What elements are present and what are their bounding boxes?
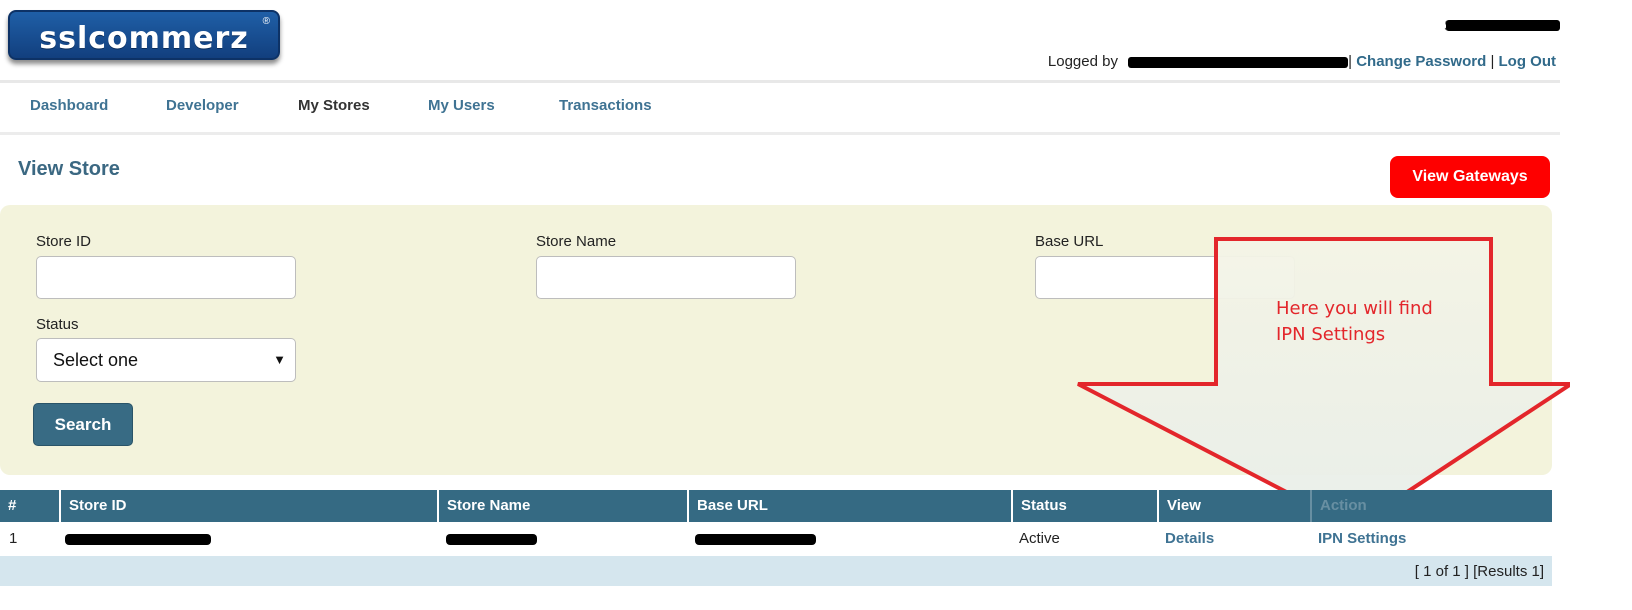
details-link[interactable]: Details: [1165, 530, 1214, 547]
table-row: 1 Active Details IPN Settings: [0, 522, 1552, 556]
row-status: Active: [1019, 530, 1060, 547]
column-header-store-name: Store Name: [437, 490, 687, 522]
nav-developer[interactable]: Developer: [166, 97, 239, 114]
status-select[interactable]: Select one ▼: [36, 338, 296, 382]
row-base-url: [695, 522, 816, 556]
table-pager: [ 1 of 1 ] [Results 1]: [0, 556, 1552, 586]
store-id-label: Store ID: [36, 233, 92, 250]
nav-top-divider: [0, 80, 1560, 83]
dropdown-caret-icon: ▼: [273, 352, 286, 367]
separator: |: [1348, 53, 1353, 70]
store-id-input[interactable]: [36, 256, 296, 299]
column-header-action: Action: [1310, 490, 1552, 522]
annotation-line-2: IPN Settings: [1276, 324, 1386, 345]
redacted-account-name: [1446, 20, 1560, 31]
column-header-status: Status: [1011, 490, 1157, 522]
logo-text: sslcommerz: [39, 21, 249, 56]
logged-by-label: Logged by: [1047, 53, 1118, 70]
row-store-id: [65, 522, 211, 556]
column-header-index: #: [8, 497, 17, 514]
search-button[interactable]: Search: [33, 403, 133, 446]
registered-mark-icon: ®: [262, 16, 270, 27]
row-store-name: [446, 522, 537, 556]
row-action-cell: IPN Settings: [1318, 522, 1406, 556]
redacted-store-name: [446, 533, 537, 545]
table-header: # Store ID Store Name Base URL Status Vi…: [0, 490, 1552, 522]
annotation-line-1: Here you will find: [1276, 298, 1433, 319]
redacted-base-url: [695, 533, 816, 545]
change-password-link[interactable]: Change Password: [1356, 53, 1486, 70]
column-header-store-id: Store ID: [59, 490, 437, 522]
status-selected-value: Select one: [53, 350, 139, 370]
redacted-store-id: [65, 533, 211, 545]
column-header-view: View: [1157, 490, 1310, 522]
page: sslcommerz ® SSLCOMMERZ Logged by | Chan…: [0, 0, 1632, 610]
nav-my-users[interactable]: My Users: [428, 97, 495, 114]
main-nav: Dashboard Developer My Stores My Users T…: [0, 86, 1560, 132]
view-gateways-button[interactable]: View Gateways: [1390, 156, 1550, 198]
store-name-input[interactable]: [536, 256, 796, 299]
ipn-settings-link[interactable]: IPN Settings: [1318, 530, 1406, 547]
status-label: Status: [36, 316, 79, 333]
annotation-note: Here you will find IPN Settings: [1276, 296, 1433, 348]
log-out-link[interactable]: Log Out: [1499, 53, 1556, 70]
nav-transactions[interactable]: Transactions: [559, 97, 652, 114]
page-title: View Store: [18, 158, 120, 180]
column-header-base-url: Base URL: [687, 490, 1011, 522]
store-name-label: Store Name: [536, 233, 617, 250]
row-index: 1: [9, 530, 18, 547]
login-info: Logged by | Change Password | Log Out: [1048, 53, 1556, 70]
row-view-cell: Details: [1165, 522, 1214, 556]
nav-dashboard[interactable]: Dashboard: [30, 97, 108, 114]
nav-bottom-divider: [0, 132, 1560, 135]
nav-my-stores[interactable]: My Stores: [298, 97, 370, 114]
sslcommerz-logo[interactable]: sslcommerz ®: [8, 10, 280, 60]
redacted-user-email: [1128, 56, 1349, 68]
pager-text: [ 1 of 1 ] [Results 1]: [1414, 563, 1544, 580]
separator: |: [1490, 53, 1495, 70]
